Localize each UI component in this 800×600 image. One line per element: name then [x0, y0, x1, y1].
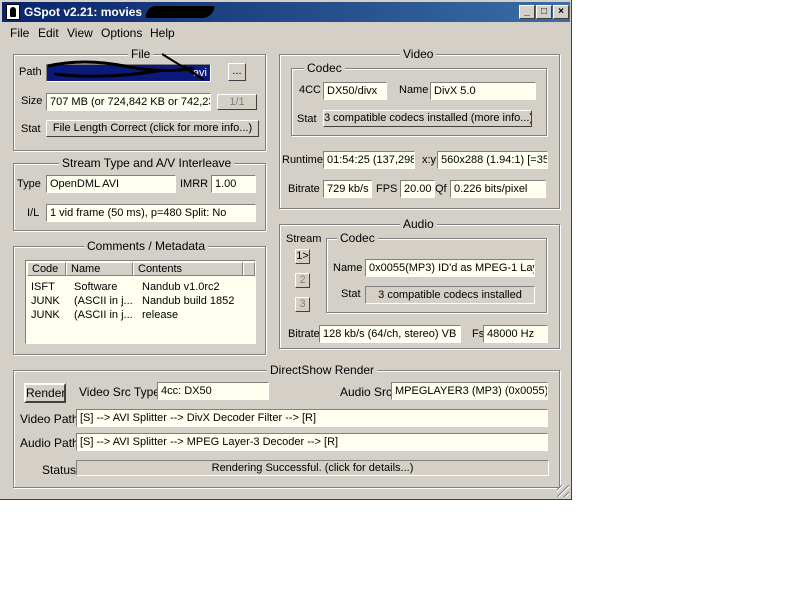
runtime-field[interactable]: 01:54:25 (137,298 — [323, 151, 415, 169]
redaction-scribble — [47, 53, 205, 81]
audio-bitrate-field[interactable]: 128 kb/s (64/ch, stereo) VB — [319, 325, 461, 343]
video-group-legend: Video — [400, 47, 437, 61]
type-field[interactable]: OpenDML AVI — [46, 175, 176, 193]
audio-codecs-status[interactable]: 3 compatible codecs installed — [365, 286, 535, 304]
audio-codec-group: Codec Name 0x0055(MP3) ID'd as MPEG-1 La… — [326, 231, 547, 313]
render-button[interactable]: Render — [24, 383, 66, 403]
maximize-button[interactable]: □ — [536, 5, 552, 19]
video-bitrate-field[interactable]: 729 kb/s — [323, 180, 372, 198]
qf-label: Qf — [435, 183, 447, 195]
imrr-label: IMRR — [180, 178, 209, 190]
menu-edit[interactable]: Edit — [38, 26, 59, 40]
video-path-field[interactable]: [S] --> AVI Splitter --> DivX Decoder Fi… — [76, 409, 548, 427]
stat-label: Stat — [21, 123, 41, 135]
menu-view[interactable]: View — [67, 26, 93, 40]
comments-group-legend: Comments / Metadata — [84, 239, 209, 253]
audio-stat-label: Stat — [341, 288, 361, 300]
video-codec-group: Codec 4CC DX50/divx Name DivX 5.0 Stat 3… — [291, 61, 547, 136]
video-src-type-label: Video Src Type — [79, 385, 160, 399]
video-name-label: Name — [399, 84, 429, 96]
title-bar[interactable]: GSpot v2.21: movies _ □ × — [2, 2, 570, 22]
video-bitrate-label: Bitrate — [288, 183, 320, 195]
row-contents: Nandub build 1852 — [142, 295, 235, 307]
resize-grip[interactable] — [557, 485, 569, 497]
browse-button[interactable]: ... — [228, 63, 246, 81]
imrr-field[interactable]: 1.00 — [211, 175, 256, 193]
redacted-title-scribble — [144, 6, 216, 18]
audio-bitrate-label: Bitrate — [288, 328, 320, 340]
menu-file[interactable]: File — [10, 26, 29, 40]
path-label: Path — [19, 66, 42, 78]
audio-name-label: Name — [333, 262, 363, 274]
row-code: ISFT — [31, 281, 55, 293]
video-stat-label: Stat — [297, 113, 317, 125]
column-name-header[interactable]: Name — [66, 262, 133, 276]
stream-group-legend: Stream Type and A/V Interleave — [59, 156, 235, 170]
column-code-header[interactable]: Code — [27, 262, 66, 276]
il-label: I/L — [27, 207, 40, 219]
xy-label: x:y — [422, 154, 437, 166]
row-contents: Nandub v1.0rc2 — [142, 281, 220, 293]
stream-group: Stream Type and A/V Interleave Type Open… — [13, 156, 266, 231]
video-path-label: Video Path — [20, 412, 79, 426]
audio-stream-2-button[interactable]: 2 — [295, 273, 310, 288]
close-button[interactable]: × — [553, 5, 569, 19]
audio-stream-1-button[interactable]: 1> — [295, 249, 310, 264]
il-field[interactable]: 1 vid frame (50 ms), p=480 Split: No — [46, 204, 256, 222]
video-src-type-field[interactable]: 4cc: DX50 — [157, 382, 269, 400]
minimize-button[interactable]: _ — [519, 5, 535, 19]
size-label: Size — [21, 95, 43, 107]
file-length-button[interactable]: File Length Correct (click for more info… — [46, 120, 259, 137]
column-filler-header — [243, 262, 255, 276]
menu-options[interactable]: Options — [101, 26, 142, 40]
audio-src-label: Audio Src — [340, 385, 393, 399]
comments-list[interactable]: Code Name Contents ISFT Software Nandub … — [25, 260, 256, 344]
window-title: GSpot v2.21: movies — [24, 5, 143, 19]
type-label: Type — [17, 178, 41, 190]
runtime-label: Runtime — [282, 154, 323, 166]
video-codec-legend: Codec — [304, 61, 345, 75]
size-field[interactable]: 707 MB (or 724,842 KB or 742,23 — [46, 93, 211, 111]
render-group: DirectShow Render Render Video Src Type … — [13, 363, 560, 488]
row-name: (ASCII in j... — [74, 309, 132, 321]
audio-group: Audio Stream 1> 2 3 Codec Name 0x0055(MP… — [279, 217, 560, 349]
xy-field[interactable]: 560x288 (1.94:1) [=35 — [437, 151, 548, 169]
audio-codec-legend: Codec — [337, 231, 378, 245]
qf-field[interactable]: 0.226 bits/pixel — [450, 180, 546, 198]
column-contents-header[interactable]: Contents — [133, 262, 243, 276]
row-name: (ASCII in j... — [74, 295, 132, 307]
app-icon[interactable] — [6, 4, 20, 20]
menu-help[interactable]: Help — [150, 26, 175, 40]
fourcc-label: 4CC — [299, 84, 322, 96]
row-code: JUNK — [31, 295, 60, 307]
stream-label: Stream — [286, 233, 322, 245]
fourcc-field[interactable]: DX50/divx — [323, 82, 387, 100]
audio-path-field[interactable]: [S] --> AVI Splitter --> MPEG Layer-3 De… — [76, 433, 548, 451]
row-contents: release — [142, 309, 179, 321]
video-name-field[interactable]: DivX 5.0 — [430, 82, 536, 100]
audio-src-field[interactable]: MPEGLAYER3 (MP3) (0x0055) — [391, 382, 548, 400]
audio-group-legend: Audio — [400, 217, 437, 231]
audio-stream-3-button[interactable]: 3 — [295, 297, 310, 312]
video-group: Video Codec 4CC DX50/divx Name DivX 5.0 … — [279, 47, 560, 209]
row-name: Software — [74, 281, 118, 293]
row-code: JUNK — [31, 309, 60, 321]
comments-group: Comments / Metadata Code Name Contents I… — [13, 239, 266, 355]
fps-label: FPS — [376, 183, 398, 195]
audio-path-label: Audio Path — [20, 436, 79, 450]
render-group-legend: DirectShow Render — [267, 363, 378, 377]
audio-name-field[interactable]: 0x0055(MP3) ID'd as MPEG-1 Lay — [365, 259, 535, 277]
file-index-button[interactable]: 1/1 — [217, 94, 257, 110]
status-label: Status — [42, 463, 77, 477]
fs-field[interactable]: 48000 Hz — [483, 325, 548, 343]
status-button[interactable]: Rendering Successful. (click for details… — [76, 460, 549, 476]
fps-field[interactable]: 20.00 — [400, 180, 435, 198]
video-codecs-button[interactable]: 3 compatible codecs installed (more info… — [323, 110, 532, 127]
